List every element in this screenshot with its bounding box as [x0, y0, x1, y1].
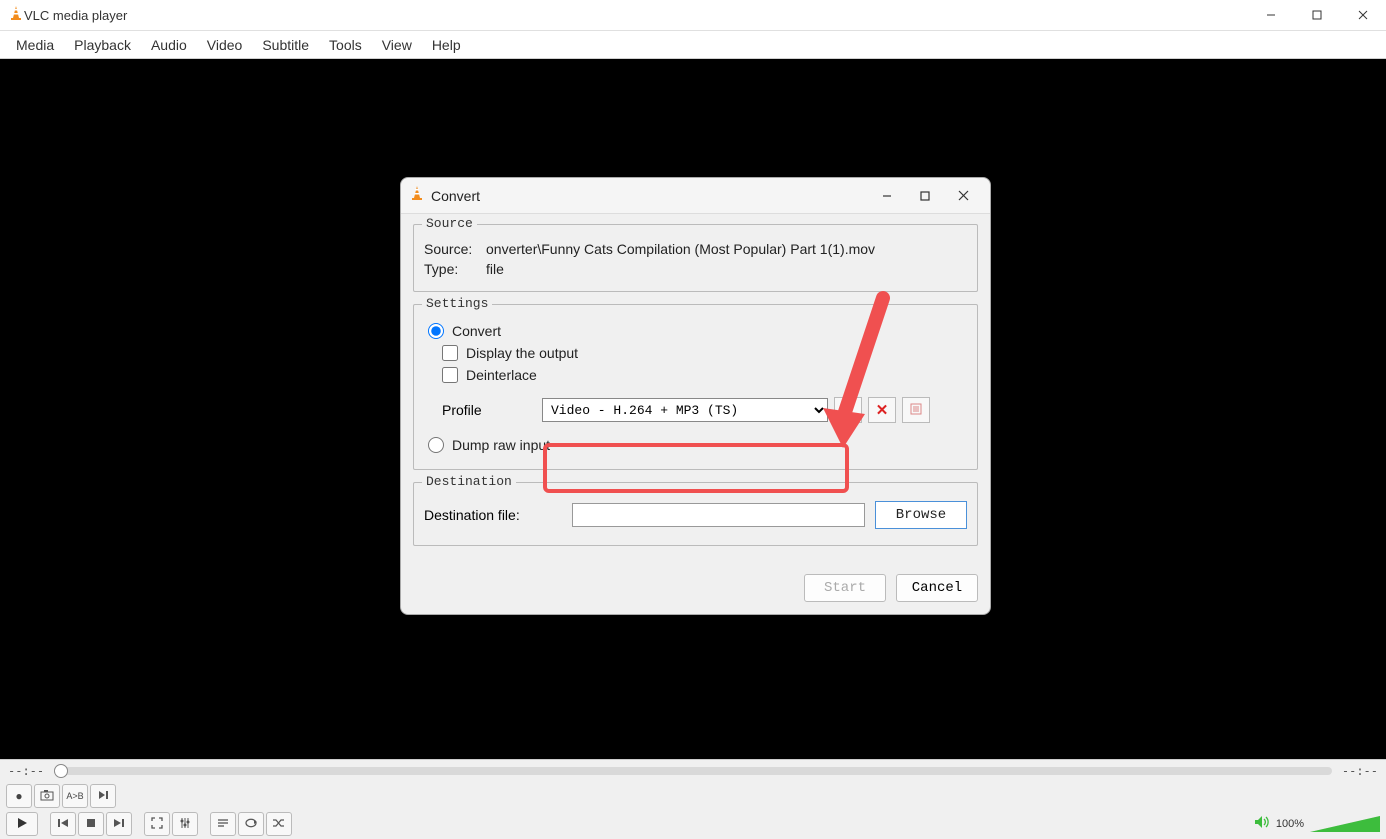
minimize-button[interactable] [1248, 0, 1294, 31]
dump-raw-radio[interactable]: Dump raw input [428, 437, 967, 453]
main-window-title: VLC media player [24, 8, 1248, 23]
dialog-maximize-button[interactable] [906, 182, 944, 210]
fullscreen-icon [151, 817, 163, 832]
menubar: Media Playback Audio Video Subtitle Tool… [0, 31, 1386, 59]
dialog-close-button[interactable] [944, 182, 982, 210]
playlist-icon [217, 817, 229, 832]
convert-radio-label: Convert [452, 323, 501, 339]
speaker-icon[interactable] [1254, 815, 1270, 834]
cancel-button[interactable]: Cancel [896, 574, 978, 602]
atob-loop-button[interactable]: A>B [62, 784, 88, 808]
destination-group: Destination Destination file: Browse [413, 482, 978, 546]
profile-label: Profile [442, 402, 542, 418]
play-icon [15, 816, 29, 833]
profile-select[interactable]: Video - H.264 + MP3 (TS) [542, 398, 828, 422]
dialog-minimize-button[interactable] [868, 182, 906, 210]
menu-subtitle[interactable]: Subtitle [252, 33, 319, 57]
new-profile-button[interactable] [902, 397, 930, 423]
skip-forward-icon [113, 817, 125, 832]
source-value: onverter\Funny Cats Compilation (Most Po… [486, 241, 967, 257]
deinterlace-label: Deinterlace [466, 367, 537, 383]
source-legend: Source [422, 216, 477, 231]
loop-button[interactable] [238, 812, 264, 836]
dialog-titlebar[interactable]: Convert [401, 178, 990, 214]
settings-group: Settings Convert Display the output Dein… [413, 304, 978, 470]
loop-icon [244, 817, 258, 832]
equalizer-icon [179, 817, 191, 832]
volume-text: 100% [1276, 818, 1304, 830]
seek-thumb[interactable] [54, 764, 68, 778]
menu-audio[interactable]: Audio [141, 33, 197, 57]
display-output-input[interactable] [442, 345, 458, 361]
skip-back-icon [57, 817, 69, 832]
deinterlace-input[interactable] [442, 367, 458, 383]
convert-radio-input[interactable] [428, 323, 444, 339]
camera-icon [40, 789, 54, 804]
record-icon: ● [15, 789, 22, 803]
menu-video[interactable]: Video [197, 33, 253, 57]
start-button[interactable]: Start [804, 574, 886, 602]
volume-slider[interactable] [1310, 816, 1380, 832]
source-label: Source: [424, 241, 486, 257]
vlc-cone-icon [8, 5, 24, 26]
menu-help[interactable]: Help [422, 33, 471, 57]
frame-step-icon [97, 789, 109, 804]
next-button[interactable] [106, 812, 132, 836]
type-label: Type: [424, 261, 486, 277]
snapshot-button[interactable] [34, 784, 60, 808]
source-group: Source Source: onverter\Funny Cats Compi… [413, 224, 978, 292]
time-elapsed: --:-- [8, 764, 44, 778]
destination-legend: Destination [422, 474, 516, 489]
frame-step-button[interactable] [90, 784, 116, 808]
time-total: --:-- [1342, 764, 1378, 778]
menu-media[interactable]: Media [6, 33, 64, 57]
close-button[interactable] [1340, 0, 1386, 31]
delete-profile-button[interactable]: ✕ [868, 397, 896, 423]
stop-icon [86, 817, 96, 831]
type-value: file [486, 261, 967, 277]
menu-view[interactable]: View [372, 33, 422, 57]
seek-slider[interactable] [54, 767, 1332, 775]
shuffle-button[interactable] [266, 812, 292, 836]
shuffle-icon [272, 817, 286, 832]
maximize-button[interactable] [1294, 0, 1340, 31]
play-button[interactable] [6, 812, 38, 836]
fullscreen-button[interactable] [144, 812, 170, 836]
menu-playback[interactable]: Playback [64, 33, 141, 57]
settings-legend: Settings [422, 296, 492, 311]
edit-profile-button[interactable] [834, 397, 862, 423]
new-profile-icon [909, 402, 923, 419]
dialog-title: Convert [431, 188, 868, 204]
browse-button[interactable]: Browse [875, 501, 967, 529]
convert-radio[interactable]: Convert [428, 323, 967, 339]
display-output-label: Display the output [466, 345, 578, 361]
player-controls: --:-- --:-- ● A>B [0, 759, 1386, 839]
playlist-button[interactable] [210, 812, 236, 836]
deinterlace-checkbox[interactable]: Deinterlace [442, 367, 967, 383]
main-window-titlebar: VLC media player [0, 0, 1386, 31]
extended-settings-button[interactable] [172, 812, 198, 836]
window-controls [1248, 0, 1386, 31]
ab-loop-icon: A>B [66, 791, 83, 801]
display-output-checkbox[interactable]: Display the output [442, 345, 967, 361]
stop-button[interactable] [78, 812, 104, 836]
vlc-cone-icon [409, 185, 425, 206]
previous-button[interactable] [50, 812, 76, 836]
destination-file-input[interactable] [572, 503, 865, 527]
wrench-icon [841, 402, 855, 419]
menu-tools[interactable]: Tools [319, 33, 372, 57]
x-icon: ✕ [876, 401, 889, 419]
dump-raw-input[interactable] [428, 437, 444, 453]
convert-dialog: Convert Source Source: onverter\Funny Ca… [400, 177, 991, 615]
destination-file-label: Destination file: [424, 507, 572, 523]
dump-raw-label: Dump raw input [452, 437, 550, 453]
record-button[interactable]: ● [6, 784, 32, 808]
